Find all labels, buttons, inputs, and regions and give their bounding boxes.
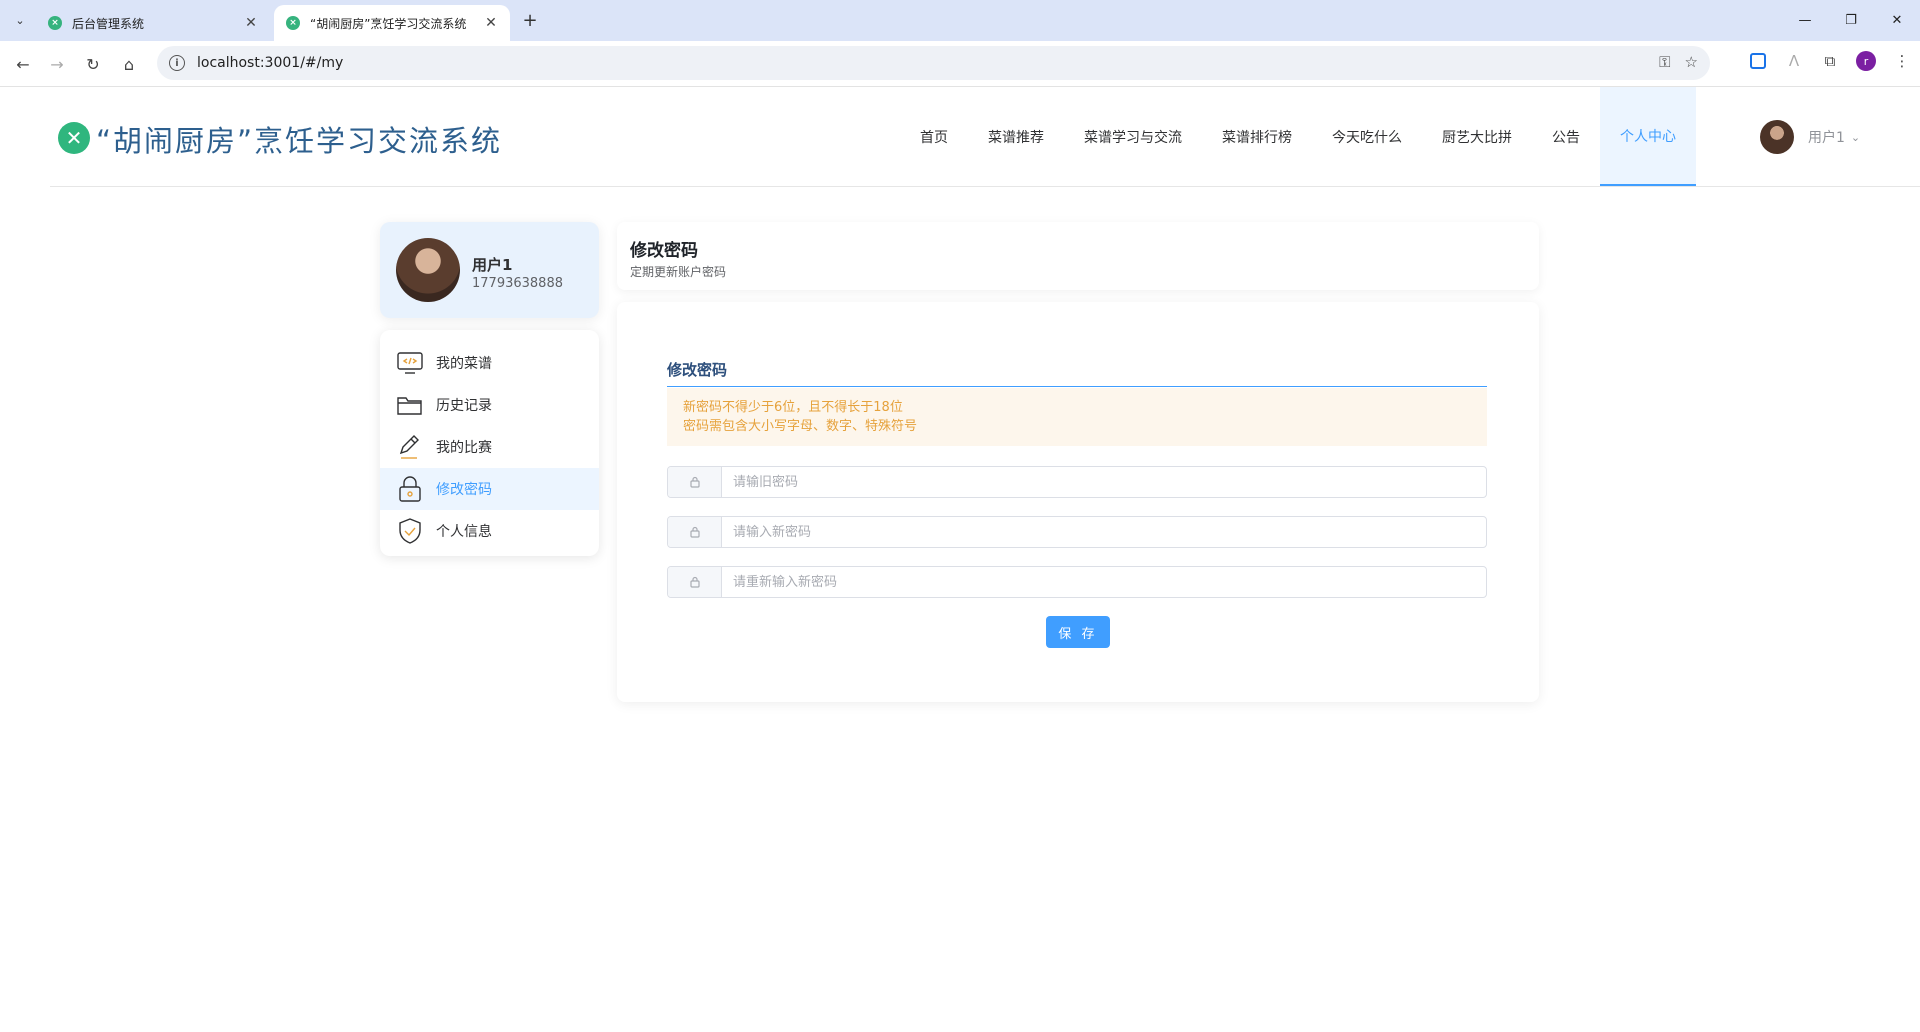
tab-search-chevron-icon[interactable]: ⌄ xyxy=(8,8,32,32)
nav-recommend[interactable]: 菜谱推荐 xyxy=(968,87,1064,186)
header-username[interactable]: 用户1 xyxy=(1808,127,1845,147)
recipe-code-icon xyxy=(396,349,424,377)
new-password-field xyxy=(667,516,1487,548)
shield-check-icon xyxy=(396,517,424,545)
lock-icon xyxy=(396,475,424,503)
old-password-input[interactable] xyxy=(722,467,1486,497)
key-icon[interactable]: ⚿ xyxy=(1659,53,1670,71)
address-bar[interactable]: i localhost:3001/#/my ⚿ ☆ xyxy=(157,46,1710,80)
back-icon[interactable]: ← xyxy=(10,51,36,77)
side-menu-label: 我的菜谱 xyxy=(436,356,492,372)
nav-personal-center[interactable]: 个人中心 xyxy=(1600,87,1696,186)
side-menu-label: 我的比赛 xyxy=(436,440,492,456)
nav-what-to-eat[interactable]: 今天吃什么 xyxy=(1312,87,1422,186)
reload-icon[interactable]: ↻ xyxy=(80,51,106,77)
close-window-icon[interactable]: ✕ xyxy=(1874,0,1920,40)
side-menu-my-contests[interactable]: 我的比赛 xyxy=(380,426,599,468)
tab-title: 后台管理系统 xyxy=(72,16,145,31)
nav-ranking[interactable]: 菜谱排行榜 xyxy=(1202,87,1312,186)
browser-tab-kitchen[interactable]: × “胡闹厨房”烹饪学习交流系统 ✕ xyxy=(274,5,510,41)
profile-avatar[interactable]: r xyxy=(1856,51,1876,71)
window-controls: — ❐ ✕ xyxy=(1782,0,1920,40)
form-title: 修改密码 xyxy=(667,359,1487,387)
pencil-icon xyxy=(396,433,424,461)
logo-icon: ✕ xyxy=(58,122,90,154)
restore-icon[interactable]: ❐ xyxy=(1828,0,1874,40)
profile-phone: 17793638888 xyxy=(472,276,563,291)
forward-icon[interactable]: → xyxy=(44,51,70,77)
tab-title: “胡闹厨房”烹饪学习交流系统 xyxy=(310,16,467,31)
content-header: 修改密码 定期更新账户密码 xyxy=(617,222,1539,290)
nav-notice[interactable]: 公告 xyxy=(1532,87,1600,186)
browser-menu-icon[interactable]: ⋮ xyxy=(1884,52,1920,70)
minimize-icon[interactable]: — xyxy=(1782,0,1828,40)
nav-learn-exchange[interactable]: 菜谱学习与交流 xyxy=(1064,87,1202,186)
password-rules-alert: 新密码不得少于6位，且不得长于18位 密码需包含大小写字母、数字、特殊符号 xyxy=(667,388,1487,446)
folder-icon xyxy=(396,391,424,419)
extension-a-icon[interactable]: Λ xyxy=(1776,52,1812,70)
side-menu-personal-info[interactable]: 个人信息 xyxy=(380,510,599,552)
password-form-card: 修改密码 新密码不得少于6位，且不得长于18位 密码需包含大小写字母、数字、特殊… xyxy=(617,302,1539,702)
lock-icon xyxy=(668,467,722,497)
confirm-password-field xyxy=(667,566,1487,598)
avatar xyxy=(396,238,460,302)
chevron-down-icon[interactable]: ⌄ xyxy=(1851,131,1860,144)
alert-line: 新密码不得少于6位，且不得长于18位 xyxy=(683,400,903,415)
site-header: ✕ “胡闹厨房”烹饪学习交流系统 首页 菜谱推荐 菜谱学习与交流 菜谱排行榜 今… xyxy=(50,87,1920,187)
old-password-field xyxy=(667,466,1487,498)
nav-home[interactable]: 首页 xyxy=(900,87,968,186)
page-subtitle: 定期更新账户密码 xyxy=(630,265,727,279)
browser-tab-bar: ⌄ × 后台管理系统 ✕ × “胡闹厨房”烹饪学习交流系统 ✕ + — ❐ ✕ xyxy=(0,0,1920,41)
side-menu-label: 修改密码 xyxy=(436,482,492,498)
lock-icon xyxy=(668,517,722,547)
bookmark-star-icon[interactable]: ☆ xyxy=(1685,53,1698,71)
tab-close-icon[interactable]: ✕ xyxy=(240,12,262,34)
extensions-puzzle-icon[interactable]: ⧉ xyxy=(1812,52,1848,70)
browser-tab-admin[interactable]: × 后台管理系统 ✕ xyxy=(36,5,270,41)
nav-contest[interactable]: 厨艺大比拼 xyxy=(1422,87,1532,186)
confirm-password-input[interactable] xyxy=(722,567,1486,597)
site-favicon-icon: × xyxy=(48,16,62,30)
save-button[interactable]: 保 存 xyxy=(1046,616,1110,648)
user-profile-card: 用户1 17793638888 xyxy=(380,222,599,318)
site-info-icon[interactable]: i xyxy=(169,55,185,71)
home-icon[interactable]: ⌂ xyxy=(116,51,142,77)
user-dropdown[interactable]: 用户1 ⌄ xyxy=(1760,120,1860,154)
main-nav: 首页 菜谱推荐 菜谱学习与交流 菜谱排行榜 今天吃什么 厨艺大比拼 公告 个人中… xyxy=(900,87,1696,187)
side-menu-change-password[interactable]: 修改密码 xyxy=(380,468,599,510)
new-password-input[interactable] xyxy=(722,517,1486,547)
side-menu-label: 历史记录 xyxy=(436,398,492,414)
profile-name: 用户1 xyxy=(472,256,513,274)
side-menu: 我的菜谱 历史记录 我的比赛 修改密码 个人信息 xyxy=(380,330,599,556)
side-menu-label: 个人信息 xyxy=(436,524,492,540)
extensions-area: Λ ⧉ r ⋮ xyxy=(1740,51,1920,71)
site-title: “胡闹厨房”烹饪学习交流系统 xyxy=(96,124,503,158)
side-menu-my-recipes[interactable]: 我的菜谱 xyxy=(380,342,599,384)
extension-icon[interactable] xyxy=(1750,53,1766,69)
alert-line: 密码需包含大小写字母、数字、特殊符号 xyxy=(683,419,918,434)
page-title: 修改密码 xyxy=(630,241,698,261)
side-menu-history[interactable]: 历史记录 xyxy=(380,384,599,426)
new-tab-button[interactable]: + xyxy=(518,8,542,32)
site-favicon-icon: × xyxy=(286,16,300,30)
tab-close-icon[interactable]: ✕ xyxy=(480,12,502,34)
url-text: localhost:3001/#/my xyxy=(197,55,344,71)
lock-icon xyxy=(668,567,722,597)
browser-toolbar: ← → ↻ ⌂ i localhost:3001/#/my ⚿ ☆ Λ ⧉ r … xyxy=(0,41,1920,87)
avatar[interactable] xyxy=(1760,120,1794,154)
